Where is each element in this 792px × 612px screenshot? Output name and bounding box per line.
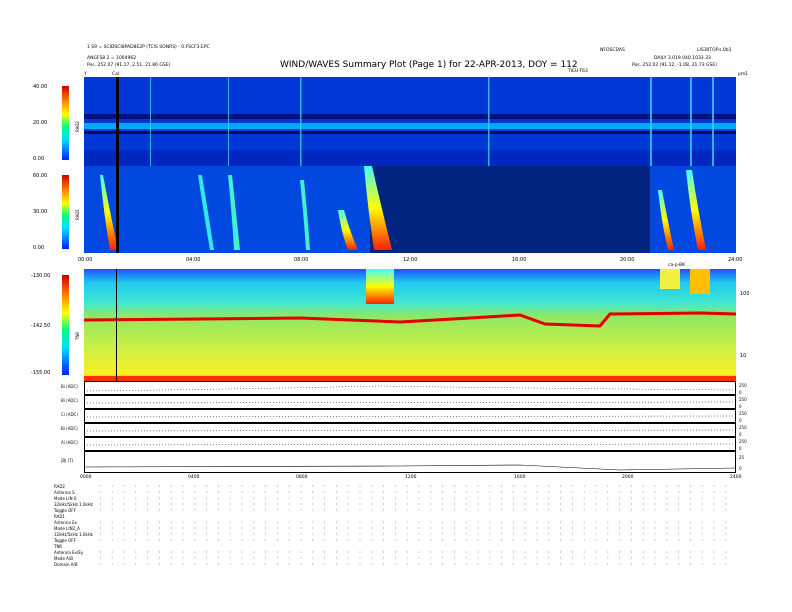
summary-plot-page: { "header": { "title": "WIND/WAVES Summa…	[0, 0, 792, 612]
footer-dot-rows	[100, 485, 736, 565]
